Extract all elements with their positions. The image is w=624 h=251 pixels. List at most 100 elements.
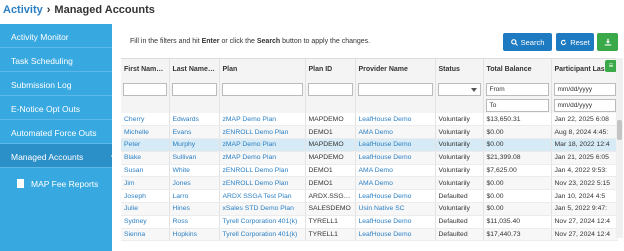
provider-cell[interactable]: AMA Demo <box>355 176 436 191</box>
plan-id-cell: ARDX.SSGA1 <box>305 189 356 204</box>
search-button[interactable]: Search <box>503 33 552 51</box>
last-name-cell[interactable]: Evans <box>169 125 220 140</box>
date-to-input[interactable]: mm/dd/yyyy <box>553 99 616 112</box>
column-header-plan-id[interactable]: Plan ID <box>305 59 356 79</box>
status-filter-select[interactable] <box>437 83 481 96</box>
first-name-filter-input[interactable] <box>123 83 167 96</box>
last-name-cell[interactable]: White <box>169 164 220 178</box>
last-name-cell[interactable]: Jones <box>169 176 220 191</box>
date-cell: Jan 22, 2025 6:08 <box>551 113 618 127</box>
plan-cell[interactable]: Tyrell Corporation 401(k) <box>219 215 306 229</box>
sidebar-subitem-map-fee-reports[interactable]: MAP Fee Reports <box>0 172 112 194</box>
first-name-cell[interactable]: Sienna <box>121 228 170 242</box>
table-body: Cherry Edwards zMAP Demo Plan MAPDEMO LeafHo… <box>121 113 618 242</box>
first-name-cell[interactable]: Susan <box>121 164 170 178</box>
table-row[interactable]: Blake Sullivan zMAP Demo Plan MAPDEMO LeafHo… <box>121 151 618 165</box>
table-row[interactable]: Michelle Evans zENROLL Demo Plan DEMO1 AMA D… <box>121 125 618 140</box>
sidebar-item-task-scheduling[interactable]: Task Scheduling <box>0 48 112 72</box>
provider-cell[interactable]: LeafHouse Demo <box>355 138 436 152</box>
provider-cell[interactable]: AMA Demo <box>355 164 436 178</box>
last-name-filter-input[interactable] <box>171 83 217 96</box>
plan-cell[interactable]: zMAP Demo Plan <box>219 138 306 152</box>
last-name-cell[interactable]: Edwards <box>169 113 220 127</box>
plan-cell[interactable]: zMAP Demo Plan <box>219 151 306 165</box>
balance-to-input[interactable]: To <box>485 99 549 112</box>
breadcrumb-separator: › <box>46 4 51 16</box>
plan-id-filter-input[interactable] <box>307 83 353 96</box>
plan-cell[interactable]: ARDX SSGA Test Plan <box>219 189 306 204</box>
first-name-cell[interactable]: Michelle <box>121 125 170 140</box>
column-header-total-balance[interactable]: Total Balance <box>483 59 552 79</box>
provider-cell[interactable]: LeafHouse Demo <box>355 151 436 165</box>
plan-cell[interactable]: zENROLL Demo Plan <box>219 176 306 191</box>
column-header-status[interactable]: Status <box>435 59 484 79</box>
balance-cell: $13,650.31 <box>483 113 552 127</box>
last-name-cell[interactable]: Murphy <box>169 138 220 152</box>
balance-cell: $7,625.00 <box>483 164 552 178</box>
scrollbar-thumb[interactable] <box>617 120 622 140</box>
last-name-cell[interactable]: Ross <box>169 215 220 229</box>
instructions-search: Search <box>256 38 281 45</box>
first-name-cell[interactable]: Jim <box>121 176 170 191</box>
date-cell: Jan 10, 2024 4:5 <box>551 189 618 204</box>
table-row[interactable]: Sienna Hopkins Tyrell Corporation 401(k) TY… <box>121 228 618 242</box>
sidebar-item-submission-log[interactable]: Submission Log <box>0 72 112 96</box>
export-button[interactable] <box>597 33 618 51</box>
plan-id-cell: MAPDEMO <box>305 138 356 152</box>
table-row-selected[interactable]: Peter Murphy zMAP Demo Plan MAPDEMO LeafHous… <box>121 138 618 152</box>
plan-cell[interactable]: zENROLL Demo Plan <box>219 164 306 178</box>
provider-cell[interactable]: AMA Demo <box>355 125 436 140</box>
status-cell: Voluntarily <box>435 125 484 140</box>
column-header-plan[interactable]: Plan <box>219 59 306 79</box>
balance-from-input[interactable]: From <box>485 83 549 96</box>
last-name-cell[interactable]: Hopkins <box>169 228 220 242</box>
last-name-cell[interactable]: Hines <box>169 202 220 216</box>
plan-cell[interactable]: zENROLL Demo Plan <box>219 125 306 140</box>
first-name-cell[interactable]: Sydney <box>121 215 170 229</box>
provider-cell[interactable]: LeafHouse Demo <box>355 113 436 127</box>
reset-button[interactable]: Reset <box>556 33 594 51</box>
balance-cell: $11,035.40 <box>483 215 552 229</box>
first-name-cell[interactable]: Joseph <box>121 189 170 204</box>
table-row[interactable]: Julie Hines xSales STD Demo Plan SALESDEMO U… <box>121 202 618 216</box>
column-header-last-name[interactable]: Last Name ... <box>169 59 220 79</box>
grid-scrollbar[interactable] <box>616 58 623 238</box>
balance-cell: $0.00 <box>483 176 552 191</box>
provider-cell[interactable]: LeafHouse Demo <box>355 189 436 204</box>
last-name-cell[interactable]: Larro <box>169 189 220 204</box>
first-name-cell[interactable]: Cherry <box>121 113 170 127</box>
sidebar-item-managed-accounts[interactable]: Managed Accounts <box>0 144 119 168</box>
sidebar-item-automated-force-outs[interactable]: Automated Force Outs <box>0 120 112 144</box>
provider-filter-input[interactable] <box>357 83 433 96</box>
column-header-first-name[interactable]: First Name ... <box>121 59 170 79</box>
column-header-provider-name[interactable]: Provider Name <box>355 59 436 79</box>
first-name-cell[interactable]: Peter <box>121 138 170 152</box>
first-name-cell[interactable]: Julie <box>121 202 170 216</box>
table-row[interactable]: Cherry Edwards zMAP Demo Plan MAPDEMO LeafHo… <box>121 113 618 127</box>
provider-cell[interactable]: LeafHouse Demo <box>355 228 436 242</box>
table-row[interactable]: Joseph Larro ARDX SSGA Test Plan ARDX.SSGA1… <box>121 189 618 204</box>
date-from-input[interactable]: mm/dd/yyyy <box>553 83 616 96</box>
plan-cell[interactable]: zMAP Demo Plan <box>219 113 306 127</box>
plan-cell[interactable]: xSales STD Demo Plan <box>219 202 306 216</box>
balance-cell: $0.00 <box>483 125 552 140</box>
plan-filter-input[interactable] <box>221 83 303 96</box>
status-cell: Voluntarily <box>435 164 484 178</box>
accounts-grid: First Name ... Last Name ... Plan Plan I… <box>121 58 618 251</box>
provider-cell[interactable]: Usin Native SC <box>355 202 436 216</box>
first-name-cell[interactable]: Blake <box>121 151 170 165</box>
plan-id-cell: DEMO1 <box>305 176 356 191</box>
sidebar-item-e-notice-opt-outs[interactable]: E-Notice Opt Outs <box>0 96 112 120</box>
table-row[interactable]: Jim Jones zENROLL Demo Plan DEMO1 AMA Demo Vo… <box>121 176 618 191</box>
sidebar-item-label: Automated Force Outs <box>11 128 97 138</box>
breadcrumb-activity-link[interactable]: Activity <box>3 4 43 16</box>
plan-cell[interactable]: Tyrell Corporation 401(k) <box>219 228 306 242</box>
sidebar-subitem-label: MAP Fee Reports <box>31 179 99 189</box>
download-icon <box>604 38 611 46</box>
plan-id-cell: DEMO1 <box>305 164 356 178</box>
table-row[interactable]: Susan White zENROLL Demo Plan DEMO1 AMA Demo… <box>121 164 618 178</box>
sidebar-item-activity-monitor[interactable]: Activity Monitor <box>0 24 112 48</box>
table-row[interactable]: Sydney Ross Tyrell Corporation 401(k) TYREL… <box>121 215 618 229</box>
last-name-cell[interactable]: Sullivan <box>169 151 220 165</box>
provider-cell[interactable]: LeafHouse Demo <box>355 215 436 229</box>
